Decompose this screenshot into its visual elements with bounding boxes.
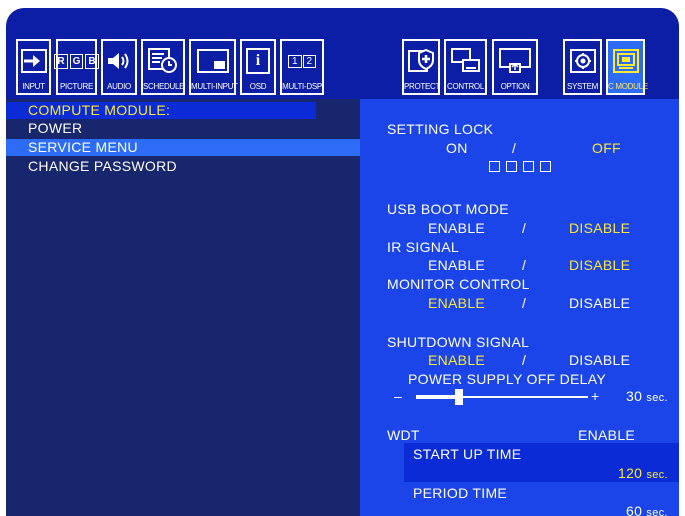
monitor-control-disable-option[interactable]: DISABLE [569,295,630,311]
multi-input-icon [191,45,234,77]
rgb-icon: R G B [54,45,99,77]
tab-label: MULTI-INPUT [191,82,238,91]
tab-label: AUDIO [107,82,131,91]
tab-label: CONTROL [446,82,484,91]
option-separator: / [522,220,527,236]
tab-label: SYSTEM [566,82,599,91]
lock-code-boxes[interactable] [489,161,569,173]
lock-digit-box [489,161,500,172]
period-time-value: 60 sec. [626,503,668,516]
usb-boot-enable-option[interactable]: ENABLE [428,220,485,236]
tab-label: OSD [249,82,267,91]
tab-audio[interactable]: AUDIO [101,39,137,95]
tab-label: INPUT [22,82,45,91]
usb-boot-mode-label: USB BOOT MODE [387,201,509,217]
multi-display-icon: 1 2 [282,45,322,77]
osd-window: INPUT R G B PICTURE AUDIO SCHEDULE MULTI… [6,8,679,516]
shutdown-signal-label: SHUTDOWN SIGNAL [387,334,530,350]
setting-lock-on-option[interactable]: ON [446,140,468,156]
tab-multi-input[interactable]: MULTI-INPUT [189,39,238,95]
tab-multi-dsp[interactable]: 1 2 MULTI-DSP [280,39,324,95]
option-separator: / [522,352,527,368]
tab-osd[interactable]: i OSD [240,39,276,95]
menu-item-service-menu[interactable]: SERVICE MENU [28,139,138,155]
option-separator: / [512,140,517,156]
monitor-control-label: MONITOR CONTROL [387,276,530,292]
tab-label: OPTION [500,82,530,91]
tab-picture[interactable]: R G B PICTURE [54,39,99,95]
start-up-time-value: 120 sec. [618,465,668,481]
lock-digit-box [523,161,534,172]
option-icon [494,45,536,77]
ir-signal-enable-option[interactable]: ENABLE [428,257,485,273]
tab-system[interactable]: SYSTEM [563,39,602,95]
settings-panel: SETTING LOCK ON / OFF USB BOOT MODE ENAB… [360,99,679,516]
tab-schedule[interactable]: SCHEDULE [141,39,185,95]
control-icon [446,45,485,77]
lock-digit-box [540,161,551,172]
ir-signal-disable-option[interactable]: DISABLE [569,257,630,273]
tab-label: C MODULE [608,82,648,91]
wdt-label: WDT [387,427,420,443]
tab-label: PROTECT [404,82,441,91]
shutdown-signal-disable-option[interactable]: DISABLE [569,352,630,368]
osd-toolbar: INPUT R G B PICTURE AUDIO SCHEDULE MULTI… [6,36,679,99]
slider-thumb[interactable] [455,389,463,405]
gear-icon [565,45,600,77]
lock-digit-box [506,161,517,172]
period-time-label: PERIOD TIME [413,485,508,501]
info-icon: i [242,45,274,77]
usb-boot-disable-option[interactable]: DISABLE [569,220,630,236]
wdt-value[interactable]: ENABLE [578,427,635,443]
power-supply-delay-slider[interactable] [416,389,588,407]
speaker-icon [103,45,135,77]
power-supply-off-delay-label: POWER SUPPLY OFF DELAY [408,371,606,387]
tab-c-module[interactable]: C MODULE [606,39,648,95]
input-icon [18,45,49,77]
setting-lock-off-option[interactable]: OFF [592,140,621,156]
menu-item-change-password[interactable]: CHANGE PASSWORD [28,158,177,174]
setting-lock-label: SETTING LOCK [387,121,494,137]
option-separator: / [522,257,527,273]
monitor-control-enable-option[interactable]: ENABLE [428,295,485,311]
start-up-time-label: START UP TIME [413,446,522,462]
shutdown-signal-enable-option[interactable]: ENABLE [428,352,485,368]
slider-fill [416,395,459,399]
ir-signal-label: IR SIGNAL [387,239,459,255]
slider-plus[interactable]: + [591,388,599,404]
tab-label: SCHEDULE [143,82,185,91]
schedule-icon [143,45,183,77]
option-separator: / [522,295,527,311]
tab-label: PICTURE [59,82,93,91]
shield-icon [404,45,438,77]
tab-label: MULTI-DSP [282,82,322,91]
tab-option[interactable]: OPTION [492,39,538,95]
power-supply-delay-value: 30 sec. [626,388,668,404]
compute-module-icon [608,45,643,77]
menu-item-power[interactable]: POWER [28,120,82,136]
slider-minus[interactable]: – [394,388,402,404]
tab-control[interactable]: CONTROL [444,39,487,95]
menu-panel: COMPUTE MODULE: POWER SERVICE MENU CHANG… [6,99,360,516]
tab-input[interactable]: INPUT [16,39,51,95]
tab-protect[interactable]: PROTECT [402,39,440,95]
menu-title: COMPUTE MODULE: [28,102,171,118]
